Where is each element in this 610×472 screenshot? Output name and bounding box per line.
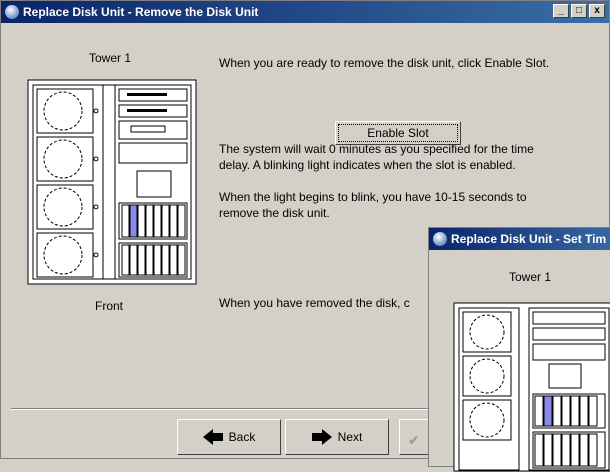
instruction-blink: When the light begins to blink, you have… xyxy=(219,189,527,221)
fan-grille-3 xyxy=(36,184,99,230)
app-icon xyxy=(5,5,19,19)
overlay-tower-label: Tower 1 xyxy=(509,270,552,284)
set-time-window: Replace Disk Unit - Set Tim Tower 1 xyxy=(428,227,610,472)
front-label: Front xyxy=(95,299,124,313)
tower-label: Tower 1 xyxy=(89,51,132,65)
window-title: Replace Disk Unit - Remove the Disk Unit xyxy=(23,5,259,19)
back-arrow-icon xyxy=(202,429,223,445)
instruction-blink-line1: When the light begins to blink, you have… xyxy=(219,190,527,204)
check-icon: ✔ xyxy=(408,432,420,448)
app-icon xyxy=(433,232,447,246)
overlay-tower-illustration xyxy=(453,302,610,472)
next-arrow-icon xyxy=(311,429,332,445)
close-button[interactable]: x xyxy=(589,4,605,18)
instruction-wait-line1: The system will wait 0 minutes as you sp… xyxy=(219,142,534,156)
finish-button-partial[interactable]: ✔ xyxy=(399,419,429,455)
enable-slot-label: Enable Slot xyxy=(338,124,458,142)
back-button[interactable]: Back xyxy=(177,419,281,455)
tower-illustration xyxy=(27,79,197,285)
instruction-wait-line2: delay. A blinking light indicates when t… xyxy=(219,158,516,172)
maximize-button[interactable]: □ xyxy=(571,4,587,18)
set-time-window-title: Replace Disk Unit - Set Tim xyxy=(451,232,607,246)
instruction-wait: The system will wait 0 minutes as you sp… xyxy=(219,141,534,173)
fan-grille-4 xyxy=(36,232,99,278)
set-time-title-bar[interactable]: Replace Disk Unit - Set Tim xyxy=(429,228,610,250)
back-label: Back xyxy=(228,430,256,444)
title-bar[interactable]: Replace Disk Unit - Remove the Disk Unit… xyxy=(1,1,609,23)
instruction-blink-line2: remove the disk unit. xyxy=(219,206,330,220)
instruction-enable: When you are ready to remove the disk un… xyxy=(219,56,550,70)
fan-grille-1 xyxy=(36,88,99,134)
fan-grille-2 xyxy=(36,136,99,182)
next-label: Next xyxy=(337,430,363,444)
minimize-button[interactable]: _ xyxy=(553,4,569,18)
next-button[interactable]: Next xyxy=(285,419,389,455)
instruction-removed: When you have removed the disk, c xyxy=(219,296,410,310)
